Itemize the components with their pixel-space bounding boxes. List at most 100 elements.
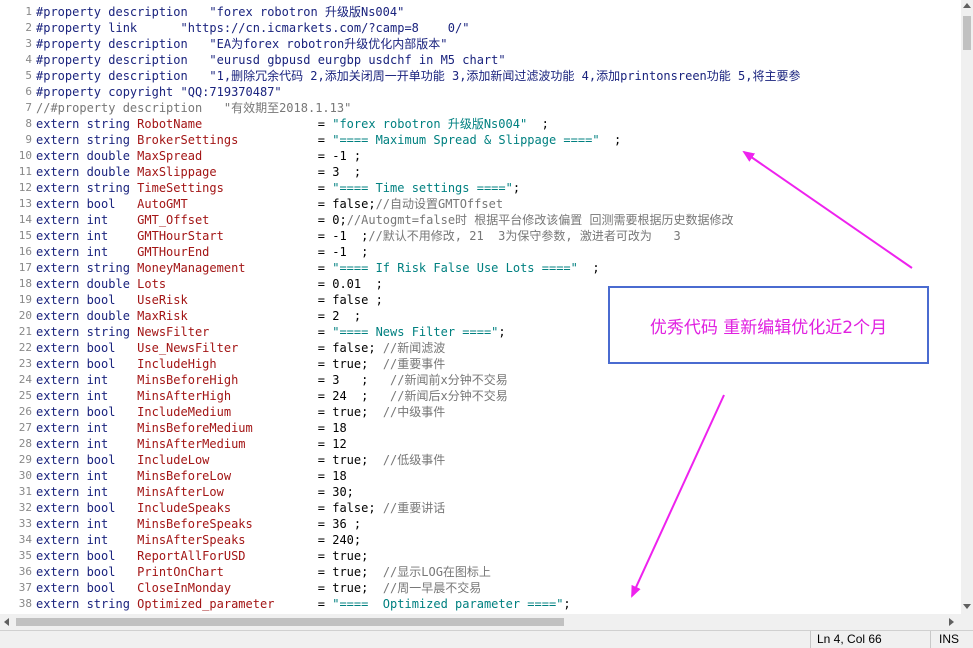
code-token: #property description "1,删除冗余代码 2,添加关闭周一… <box>36 69 801 83</box>
code-line[interactable]: 37 extern bool CloseInMonday = true; //周一… <box>0 580 961 596</box>
scroll-left-arrow-icon[interactable] <box>4 618 9 626</box>
code-text: extern int GMT_Offset = 0;//Autogmt=fals… <box>36 212 734 228</box>
code-token: RobotName <box>137 117 318 131</box>
code-line[interactable]: 13 extern bool AutoGMT = false;//自动设置GMTO… <box>0 196 961 212</box>
code-line[interactable]: 17 extern string MoneyManagement = "==== … <box>0 260 961 276</box>
code-line[interactable]: 16 extern int GMTHourEnd = -1 ; <box>0 244 961 260</box>
code-text: #property description "1,删除冗余代码 2,添加关闭周一… <box>36 68 800 84</box>
code-line[interactable]: 33 extern int MinsBeforeSpeaks = 36 ; <box>0 516 961 532</box>
code-line[interactable]: 29 extern bool IncludeLow = true; //低级事件 <box>0 452 961 468</box>
scroll-down-arrow-icon[interactable] <box>963 604 971 609</box>
code-token: extern bool <box>36 341 138 355</box>
code-line[interactable]: 2 #property link "https://cn.icmarkets.co… <box>0 20 961 36</box>
code-line[interactable]: 4 #property description "eurusd gbpusd eu… <box>0 52 961 68</box>
code-token: = <box>317 261 333 275</box>
code-token: = false; <box>317 341 383 355</box>
code-token: extern bool <box>36 197 138 211</box>
code-token: MaxRisk <box>137 309 318 323</box>
code-line[interactable]: 28 extern int MinsAfterMedium = 12 <box>0 436 961 452</box>
line-number: 13 <box>18 197 32 210</box>
code-text: extern string NewsFilter = "==== News Fi… <box>36 324 506 340</box>
line-number: 36 <box>18 565 32 578</box>
code-text: extern int MinsBeforeMedium = 18 <box>36 420 347 436</box>
code-line[interactable]: 11 extern double MaxSlippage = 3 ; <box>0 164 961 180</box>
code-line[interactable]: 10 extern double MaxSpread = -1 ; <box>0 148 961 164</box>
code-line[interactable]: 31 extern int MinsAfterLow = 30; <box>0 484 961 500</box>
horizontal-scroll-thumb[interactable] <box>16 618 564 626</box>
code-line[interactable]: 27 extern int MinsBeforeMedium = 18 <box>0 420 961 436</box>
code-line[interactable]: 36 extern bool PrintOnChart = true; //显示L… <box>0 564 961 580</box>
code-line[interactable]: 6 #property copyright "QQ:719370487" <box>0 84 961 100</box>
code-token: = false; <box>317 501 383 515</box>
code-token: //新闻滤波 <box>382 341 446 355</box>
code-text: extern bool IncludeMedium = true; //中级事件 <box>36 404 445 420</box>
scroll-up-arrow-icon[interactable] <box>963 3 971 8</box>
code-line[interactable]: 12 extern string TimeSettings = "==== Tim… <box>0 180 961 196</box>
code-token: ; <box>527 117 549 131</box>
scrollbar-corner <box>961 614 973 630</box>
code-token: extern string <box>36 325 138 339</box>
code-line[interactable]: 24 extern int MinsBeforeHigh = 3 ; //新闻前x… <box>0 372 961 388</box>
code-token: "==== Optimized parameter ====" <box>332 597 564 611</box>
code-token: = -1 ; <box>317 245 369 259</box>
code-line[interactable]: 34 extern int MinsAfterSpeaks = 240; <box>0 532 961 548</box>
code-token: = 2 ; <box>317 309 362 323</box>
code-line[interactable]: 35 extern bool ReportAllForUSD = true; <box>0 548 961 564</box>
code-token: extern bool <box>36 565 138 579</box>
code-token: extern double <box>36 309 138 323</box>
vertical-scroll-thumb[interactable] <box>963 16 971 50</box>
code-line[interactable]: 38 extern string Optimized_parameter = "=… <box>0 596 961 612</box>
code-text: extern string BrokerSettings = "==== Max… <box>36 132 621 148</box>
code-token: = false ; <box>317 293 383 307</box>
code-line[interactable]: 25 extern int MinsAfterHigh = 24 ; //新闻后x… <box>0 388 961 404</box>
code-token: extern double <box>36 277 138 291</box>
code-text: extern int GMTHourStart = -1 ;//默认不用修改, … <box>36 228 681 244</box>
insert-mode-indicator: INS <box>930 631 973 648</box>
code-text: #property description "EA为forex robotron… <box>36 36 447 52</box>
line-number: 12 <box>18 181 32 194</box>
code-text: extern string MoneyManagement = "==== If… <box>36 260 600 276</box>
horizontal-scrollbar[interactable] <box>0 614 961 630</box>
code-token: //自动设置GMTOffset <box>375 197 504 211</box>
code-text: extern double Lots = 0.01 ; <box>36 276 383 292</box>
code-line[interactable]: 5 #property description "1,删除冗余代码 2,添加关闭周… <box>0 68 961 84</box>
code-token: //新闻后x分钟不交易 <box>390 389 508 403</box>
code-line[interactable]: 15 extern int GMTHourStart = -1 ;//默认不用修改… <box>0 228 961 244</box>
code-token: //中级事件 <box>382 405 446 419</box>
code-text: extern double MaxRisk = 2 ; <box>36 308 361 324</box>
code-token: extern bool <box>36 453 138 467</box>
code-token: = 18 <box>317 421 347 435</box>
code-token: = 18 <box>317 469 347 483</box>
code-token: extern bool <box>36 501 138 515</box>
code-token: extern int <box>36 533 138 547</box>
code-token: "forex robotron 升级版Ns004" <box>332 117 528 131</box>
code-line[interactable]: 14 extern int GMT_Offset = 0;//Autogmt=fa… <box>0 212 961 228</box>
vertical-scrollbar[interactable] <box>961 0 973 614</box>
scroll-right-arrow-icon[interactable] <box>949 618 954 626</box>
code-token: #property description "forex robotron 升级… <box>36 5 405 19</box>
code-text: extern bool IncludeSpeaks = false; //重要讲… <box>36 500 445 516</box>
code-text: extern bool Use_NewsFilter = false; //新闻… <box>36 340 445 356</box>
line-number: 11 <box>18 165 32 178</box>
code-line[interactable]: 1 #property description "forex robotron 升… <box>0 4 961 20</box>
code-line[interactable]: 30 extern int MinsBeforeLow = 18 <box>0 468 961 484</box>
code-token: extern int <box>36 373 138 387</box>
code-token: "==== News Filter ====" <box>332 325 499 339</box>
code-line[interactable]: 3 #property description "EA为forex robotro… <box>0 36 961 52</box>
code-text: #property description "eurusd gbpusd eur… <box>36 52 506 68</box>
code-line[interactable]: 8 extern string RobotName = "forex robotr… <box>0 116 961 132</box>
code-line[interactable]: 26 extern bool IncludeMedium = true; //中级… <box>0 404 961 420</box>
code-line[interactable]: 9 extern string BrokerSettings = "==== Ma… <box>0 132 961 148</box>
line-number: 20 <box>18 309 32 322</box>
code-token: AutoGMT <box>137 197 318 211</box>
code-text: extern int MinsAfterHigh = 24 ; //新闻后x分钟… <box>36 388 508 404</box>
code-line[interactable]: 7 //#property description "有效期至2018.1.13" <box>0 100 961 116</box>
code-token: IncludeHigh <box>137 357 318 371</box>
code-token: "==== If Risk False Use Lots ====" <box>332 261 578 275</box>
code-token: Optimized_parameter <box>137 597 318 611</box>
code-line[interactable]: 32 extern bool IncludeSpeaks = false; //重… <box>0 500 961 516</box>
line-number: 25 <box>18 389 32 402</box>
code-token: MoneyManagement <box>137 261 318 275</box>
code-token: GMT_Offset <box>137 213 318 227</box>
code-token: = true; <box>317 581 383 595</box>
